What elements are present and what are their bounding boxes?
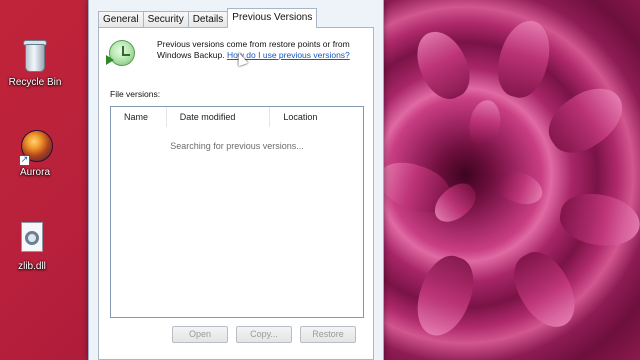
column-header-name[interactable]: Name bbox=[111, 107, 167, 127]
file-versions-list[interactable]: Name Date modified Location Searching fo… bbox=[110, 106, 364, 318]
aurora-app-icon: ↗ bbox=[19, 128, 53, 166]
column-header-date-modified[interactable]: Date modified bbox=[167, 107, 271, 127]
previous-versions-clock-icon bbox=[106, 40, 135, 66]
copy-button[interactable]: Copy... bbox=[236, 326, 292, 343]
intro-text: Previous versions come from restore poin… bbox=[157, 39, 362, 61]
desktop-icon-recycle-bin[interactable]: Recycle Bin bbox=[0, 38, 70, 88]
desktop-icon-zlib-dll[interactable]: zlib.dll bbox=[0, 222, 67, 272]
tab-previous-versions[interactable]: Previous Versions bbox=[227, 8, 318, 28]
tab-strip: General Security Details Previous Versio… bbox=[98, 8, 318, 28]
desktop-icon-aurora[interactable]: ↗ Aurora bbox=[0, 128, 70, 178]
recycle-bin-icon bbox=[19, 38, 51, 74]
restore-button[interactable]: Restore bbox=[300, 326, 356, 343]
desktop-icon-label: zlib.dll bbox=[18, 261, 46, 272]
status-text: Searching for previous versions... bbox=[170, 141, 304, 151]
column-header-row: Name Date modified Location bbox=[111, 107, 363, 127]
desktop-icon-label: Aurora bbox=[19, 167, 50, 178]
open-button[interactable]: Open bbox=[172, 326, 228, 343]
tab-details[interactable]: Details bbox=[187, 11, 229, 28]
column-header-location[interactable]: Location bbox=[270, 107, 363, 127]
tab-security[interactable]: Security bbox=[142, 11, 189, 28]
dll-file-icon bbox=[16, 222, 48, 258]
shortcut-arrow-icon: ↗ bbox=[19, 155, 30, 166]
tab-general[interactable]: General bbox=[98, 11, 144, 28]
file-versions-label: File versions: bbox=[110, 89, 161, 99]
previous-versions-panel: Previous versions come from restore poin… bbox=[98, 27, 374, 360]
desktop-icon-label: Recycle Bin bbox=[8, 77, 62, 88]
